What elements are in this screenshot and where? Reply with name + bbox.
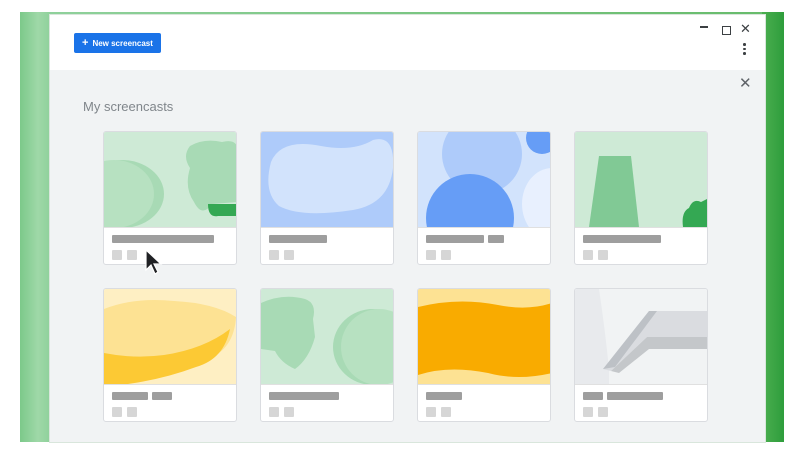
title-placeholder xyxy=(112,392,148,400)
title-placeholder xyxy=(426,392,462,400)
screencast-card-5[interactable] xyxy=(103,288,237,422)
plus-icon: + xyxy=(82,37,89,49)
card-meta xyxy=(418,384,550,421)
title-placeholder xyxy=(269,392,339,400)
screencast-card-4[interactable] xyxy=(574,131,708,265)
card-meta xyxy=(418,227,550,264)
new-screencast-label: New screencast xyxy=(92,38,153,48)
meta-placeholder xyxy=(441,407,451,417)
meta-placeholder xyxy=(112,250,122,260)
thumbnail xyxy=(261,289,393,384)
card-meta xyxy=(575,227,707,264)
new-screencast-button[interactable]: + New screencast xyxy=(74,33,161,53)
thumbnail xyxy=(575,132,707,227)
title-placeholder xyxy=(112,235,214,243)
meta-placeholder xyxy=(127,407,137,417)
page-title: My screencasts xyxy=(83,99,174,114)
screencast-card-8[interactable] xyxy=(574,288,708,422)
screencast-card-7[interactable] xyxy=(417,288,551,422)
meta-placeholder xyxy=(269,250,279,260)
thumbnail-image xyxy=(104,132,236,227)
meta-placeholder xyxy=(426,407,436,417)
thumbnail xyxy=(418,289,550,384)
title-placeholder xyxy=(607,392,663,400)
title-placeholder xyxy=(583,235,661,243)
meta-placeholder xyxy=(112,407,122,417)
meta-placeholder xyxy=(269,407,279,417)
meta-placeholder xyxy=(583,250,593,260)
close-icon[interactable]: ✕ xyxy=(740,22,751,35)
mouse-cursor-icon xyxy=(145,248,163,275)
thumbnail-image xyxy=(261,289,393,384)
screencast-card-6[interactable] xyxy=(260,288,394,422)
thumbnail xyxy=(104,132,236,227)
title-placeholder xyxy=(269,235,327,243)
meta-placeholder xyxy=(583,407,593,417)
thumbnail-image xyxy=(418,132,550,227)
desktop-background-edge xyxy=(762,12,784,442)
screencast-card-1[interactable] xyxy=(103,131,237,265)
thumbnail-image xyxy=(575,289,707,384)
meta-placeholder xyxy=(127,250,137,260)
title-placeholder xyxy=(152,392,172,400)
title-placeholder xyxy=(426,235,484,243)
card-meta xyxy=(261,384,393,421)
more-vert-icon[interactable] xyxy=(743,43,746,55)
title-placeholder xyxy=(583,392,603,400)
meta-placeholder xyxy=(426,250,436,260)
screencast-app-window: + New screencast ✕ ✕ My screencasts xyxy=(50,15,765,442)
thumbnail-image xyxy=(261,132,393,227)
thumbnail-image xyxy=(575,132,707,227)
screencast-card-2[interactable] xyxy=(260,131,394,265)
meta-placeholder xyxy=(284,407,294,417)
thumbnail-image xyxy=(104,289,236,384)
thumbnail xyxy=(418,132,550,227)
title-bar: + New screencast ✕ xyxy=(50,15,765,70)
meta-placeholder xyxy=(598,407,608,417)
meta-placeholder xyxy=(441,250,451,260)
thumbnail xyxy=(104,289,236,384)
thumbnail xyxy=(575,289,707,384)
meta-placeholder xyxy=(598,250,608,260)
card-meta xyxy=(575,384,707,421)
minimize-icon[interactable] xyxy=(700,26,708,28)
screencast-card-3[interactable] xyxy=(417,131,551,265)
title-placeholder xyxy=(488,235,504,243)
close-icon[interactable]: ✕ xyxy=(739,74,752,92)
card-meta xyxy=(104,384,236,421)
thumbnail xyxy=(261,132,393,227)
maximize-icon[interactable] xyxy=(722,26,731,35)
meta-placeholder xyxy=(284,250,294,260)
card-meta xyxy=(104,227,236,264)
thumbnail-image xyxy=(418,289,550,384)
card-meta xyxy=(261,227,393,264)
